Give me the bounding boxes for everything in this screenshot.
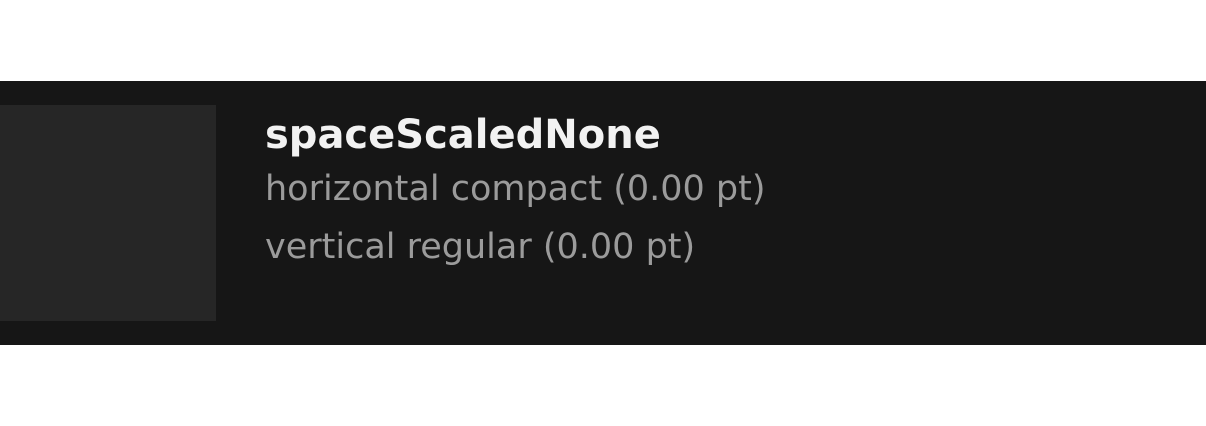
- token-preview-swatch: [0, 105, 216, 321]
- token-info: spaceScaledNone horizontal compact (0.00…: [265, 109, 766, 277]
- horizontal-size-class-value: horizontal compact (0.00 pt): [265, 169, 766, 209]
- vertical-size-class-value: vertical regular (0.00 pt): [265, 227, 696, 267]
- token-name: spaceScaledNone: [265, 112, 661, 158]
- token-card: spaceScaledNone horizontal compact (0.00…: [0, 81, 1206, 345]
